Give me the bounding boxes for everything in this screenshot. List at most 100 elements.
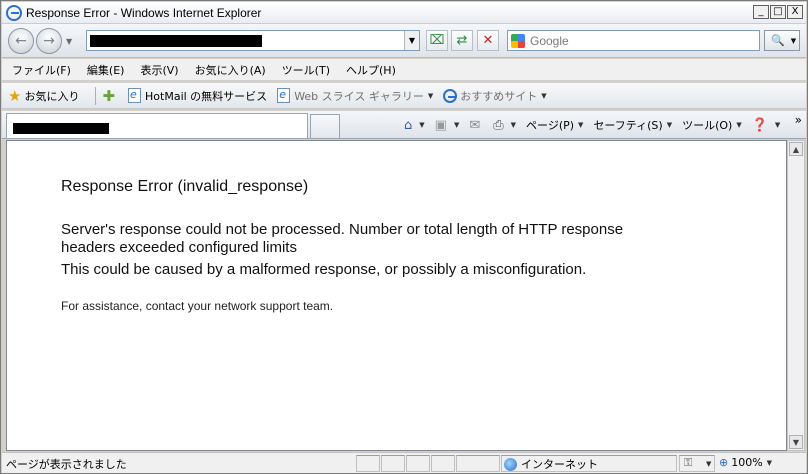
protected-mode-pane[interactable]: ⚿ ▼ xyxy=(679,455,715,472)
fav-link-suggested[interactable]: おすすめサイト ▼ xyxy=(443,88,547,104)
favorites-button[interactable]: ★ お気に入り xyxy=(2,87,79,105)
chevron-down-icon: ▼ xyxy=(419,121,425,129)
stop-button[interactable]: ✕ xyxy=(477,30,499,51)
menu-edit[interactable]: 編集(E) xyxy=(87,62,125,78)
back-button[interactable]: ← xyxy=(8,28,34,54)
search-box[interactable]: Google xyxy=(507,30,760,51)
address-dropdown-button[interactable]: ▼ xyxy=(404,31,419,50)
maximize-button[interactable]: □ xyxy=(770,5,786,19)
help-icon: ❓ xyxy=(751,117,768,133)
menu-file[interactable]: ファイル(F) xyxy=(12,62,71,78)
chevron-down-icon: ▼ xyxy=(541,91,547,100)
print-button[interactable]: ⎙ ▼ xyxy=(493,118,516,133)
tools-menu-label: ツール(O) xyxy=(682,119,733,132)
address-bar[interactable]: ▼ xyxy=(86,30,420,51)
fav-link-label: Web スライス ギャラリー xyxy=(294,89,424,103)
menu-favorites[interactable]: お気に入り(A) xyxy=(195,62,266,78)
ie-page-icon xyxy=(128,88,142,103)
ie-logo-icon xyxy=(443,88,458,103)
chevron-down-icon: ▼ xyxy=(510,121,517,129)
new-tab-button[interactable] xyxy=(310,114,340,138)
chevron-down-icon: ▼ xyxy=(736,121,742,129)
chevron-more-icon[interactable]: » xyxy=(795,113,802,127)
close-button[interactable]: X xyxy=(787,5,803,19)
zoom-level: 100% xyxy=(731,456,763,469)
zoom-control[interactable]: ⊕ 100% ▼ xyxy=(719,456,772,469)
browser-window: Response Error - Windows Internet Explor… xyxy=(0,0,808,474)
fav-link-label: おすすめサイト xyxy=(460,89,538,103)
error-help: For assistance, contact your network sup… xyxy=(61,299,334,313)
vertical-scrollbar[interactable]: ▲ ▼ xyxy=(787,140,805,451)
command-bar: ⌂ ▼ ▣ ▼ ✉ ⎙ ▼ ページ(P) ▼ セーフティ(S) ▼ ツール(O) ▼ ❓ ▼ … xyxy=(2,111,806,139)
error-cause: This could be caused by a malformed resp… xyxy=(61,261,587,278)
page-menu-button[interactable]: ページ(P) ▼ xyxy=(526,117,583,133)
menu-tools[interactable]: ツール(T) xyxy=(282,62,330,78)
status-pane xyxy=(431,455,455,472)
zone-label: インターネット xyxy=(521,458,598,471)
mail-icon: ✉ xyxy=(469,117,481,133)
ie-page-icon xyxy=(277,88,291,103)
scroll-down-icon[interactable]: ▼ xyxy=(789,435,803,449)
chevron-down-icon: ▼ xyxy=(666,121,673,129)
minimize-button[interactable]: _ xyxy=(753,5,769,19)
add-favorite-button[interactable]: ✚ xyxy=(102,87,118,105)
lock-icon: ⚿ xyxy=(684,456,693,469)
safety-menu-label: セーフティ(S) xyxy=(593,119,663,132)
window-controls: _ □ X xyxy=(753,5,803,19)
window-title: Response Error - Windows Internet Explor… xyxy=(26,5,262,20)
star-icon: ★ xyxy=(8,86,22,105)
refresh-button[interactable]: ⇄ xyxy=(451,30,473,51)
redacted-tab-title xyxy=(13,123,109,134)
divider xyxy=(95,86,97,105)
chevron-down-icon: ▼ xyxy=(774,121,781,129)
command-items: ⌂ ▼ ▣ ▼ ✉ ⎙ ▼ ページ(P) ▼ セーフティ(S) ▼ ツール(O) ▼ ❓ ▼ xyxy=(404,115,790,135)
scroll-up-icon[interactable]: ▲ xyxy=(789,142,803,156)
security-zone[interactable]: インターネット xyxy=(504,456,598,472)
google-logo-icon xyxy=(511,33,525,48)
safety-menu-button[interactable]: セーフティ(S) ▼ xyxy=(593,117,672,133)
status-pane xyxy=(406,455,430,472)
fav-link-label: HotMail の無料サービス xyxy=(145,89,268,103)
compatibility-view-button[interactable]: ⌧ xyxy=(426,30,448,51)
search-button[interactable]: 🔍 ▼ xyxy=(764,30,800,51)
search-options-icon[interactable]: ▼ xyxy=(791,37,796,45)
add-star-icon: ✚ xyxy=(102,86,116,105)
status-pane xyxy=(381,455,405,472)
fav-link-hotmail[interactable]: HotMail の無料サービス xyxy=(128,88,267,104)
status-pane xyxy=(356,455,380,472)
help-menu-button[interactable]: ❓ ▼ xyxy=(752,118,781,133)
printer-icon: ⎙ xyxy=(493,117,504,133)
chevron-down-icon: ▼ xyxy=(578,121,584,129)
page-menu-label: ページ(P) xyxy=(526,119,575,132)
title-bar: Response Error - Windows Internet Explor… xyxy=(2,2,806,24)
status-text: ページが表示されました xyxy=(6,458,127,471)
ie-logo-icon xyxy=(6,4,22,21)
home-button[interactable]: ⌂ ▼ xyxy=(404,118,425,133)
tab-current[interactable] xyxy=(6,113,308,138)
navigation-bar: ← → ▼ ▼ ⌧ ⇄ ✕ Google 🔍 ▼ xyxy=(2,24,806,58)
redacted-url xyxy=(90,35,262,47)
error-title: Response Error (invalid_response) xyxy=(61,178,309,195)
mail-button[interactable]: ✉ xyxy=(469,118,483,133)
history-dropdown-icon[interactable]: ▼ xyxy=(66,37,72,46)
search-placeholder: Google xyxy=(530,33,569,48)
zoom-icon: ⊕ xyxy=(719,456,729,469)
favorites-bar: ★ お気に入り ✚ HotMail の無料サービス Web スライス ギャラリー… xyxy=(2,83,806,109)
tools-menu-button[interactable]: ツール(O) ▼ xyxy=(682,117,742,133)
menu-bar: ファイル(F) 編集(E) 表示(V) お気に入り(A) ツール(T) ヘルプ(… xyxy=(2,59,806,81)
menu-help[interactable]: ヘルプ(H) xyxy=(346,62,396,78)
forward-button[interactable]: → xyxy=(36,28,62,54)
page-content: Response Error (invalid_response) Server… xyxy=(6,140,787,451)
status-pane xyxy=(456,455,500,472)
chevron-down-icon: ▼ xyxy=(766,458,773,467)
rss-icon: ▣ xyxy=(434,117,447,133)
error-message: Server's response could not be processed… xyxy=(61,221,624,256)
fav-link-web-slice[interactable]: Web スライス ギャラリー ▼ xyxy=(277,88,433,104)
chevron-down-icon: ▼ xyxy=(427,91,434,100)
chevron-down-icon: ▼ xyxy=(706,460,712,468)
favorites-label: お気に入り xyxy=(24,89,80,103)
status-bar: ページが表示されました インターネット ⚿ ▼ ⊕ 100% ▼ xyxy=(2,452,806,473)
feeds-button[interactable]: ▣ ▼ xyxy=(435,118,460,133)
menu-view[interactable]: 表示(V) xyxy=(140,62,178,78)
chevron-down-icon: ▼ xyxy=(453,121,460,129)
